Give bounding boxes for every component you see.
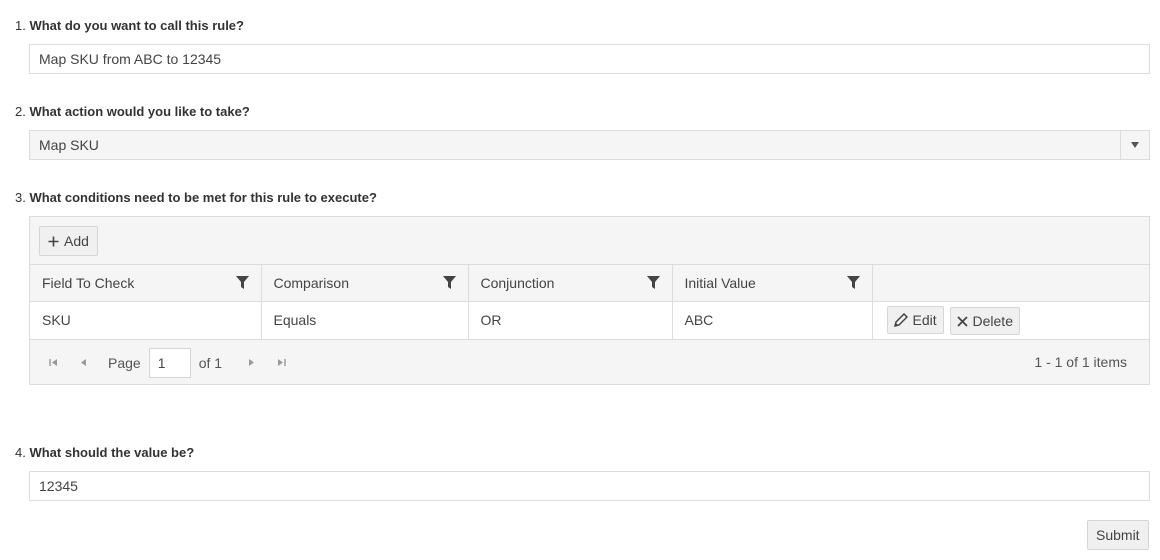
cell-comparison: Equals <box>261 301 469 339</box>
question-2-label: 2. What action would you like to take? <box>15 104 250 119</box>
add-condition-button[interactable]: Add <box>39 226 98 256</box>
page-label: Page <box>108 354 141 371</box>
grid-toolbar: Add <box>30 217 1149 264</box>
prev-page-icon[interactable] <box>72 352 94 374</box>
pager-info: 1 - 1 of 1 items <box>1034 353 1127 370</box>
column-header-initial-value[interactable]: Initial Value <box>672 264 873 302</box>
next-page-icon[interactable] <box>240 352 262 374</box>
filter-icon[interactable] <box>235 276 249 292</box>
first-page-icon[interactable] <box>42 352 64 374</box>
question-4-label: 4. What should the value be? <box>15 445 195 460</box>
filter-icon[interactable] <box>442 276 456 292</box>
pencil-icon <box>893 312 908 327</box>
dropdown-toggle[interactable] <box>1120 131 1149 159</box>
page-number-input[interactable]: 1 <box>148 347 191 378</box>
chevron-down-icon <box>1131 142 1139 148</box>
edit-button[interactable]: Edit <box>886 305 944 334</box>
value-input-value: 12345 <box>39 478 78 494</box>
column-header-conjunction[interactable]: Conjunction <box>468 264 673 302</box>
grid-pager: Page 1 of 1 1 - 1 of 1 items <box>30 338 1149 386</box>
submit-button[interactable]: Submit <box>1087 520 1149 550</box>
x-icon <box>956 315 968 327</box>
table-row[interactable]: SKU Equals OR ABC Edit Delete <box>30 301 1149 339</box>
value-input[interactable]: 12345 <box>29 471 1150 501</box>
conditions-table: Field To Check Comparison Conjunction In… <box>30 264 1149 339</box>
cell-actions: Edit Delete <box>872 301 1149 339</box>
cell-field: SKU <box>30 301 262 339</box>
rule-name-input[interactable]: Map SKU from ABC to 12345 <box>29 44 1150 74</box>
question-3-label: 3. What conditions need to be met for th… <box>15 190 377 205</box>
filter-icon[interactable] <box>646 276 660 292</box>
column-header-comparison[interactable]: Comparison <box>261 264 469 302</box>
last-page-icon[interactable] <box>270 352 292 374</box>
cell-conjunction: OR <box>468 301 673 339</box>
cell-initial-value: ABC <box>672 301 873 339</box>
action-dropdown-value: Map SKU <box>39 137 99 153</box>
conditions-grid: Add Field To Check Comparison Conjunctio… <box>29 216 1150 385</box>
plus-icon <box>48 236 59 247</box>
action-dropdown[interactable]: Map SKU <box>29 130 1150 160</box>
page-total-label: of 1 <box>198 354 223 371</box>
table-header-row: Field To Check Comparison Conjunction In… <box>30 264 1149 302</box>
question-1-label: 1. What do you want to call this rule? <box>15 18 244 33</box>
column-header-actions <box>872 264 1149 302</box>
delete-button[interactable]: Delete <box>949 307 1020 335</box>
rule-name-value: Map SKU from ABC to 12345 <box>39 51 222 67</box>
filter-icon[interactable] <box>846 276 860 292</box>
column-header-field-to-check[interactable]: Field To Check <box>30 264 262 302</box>
